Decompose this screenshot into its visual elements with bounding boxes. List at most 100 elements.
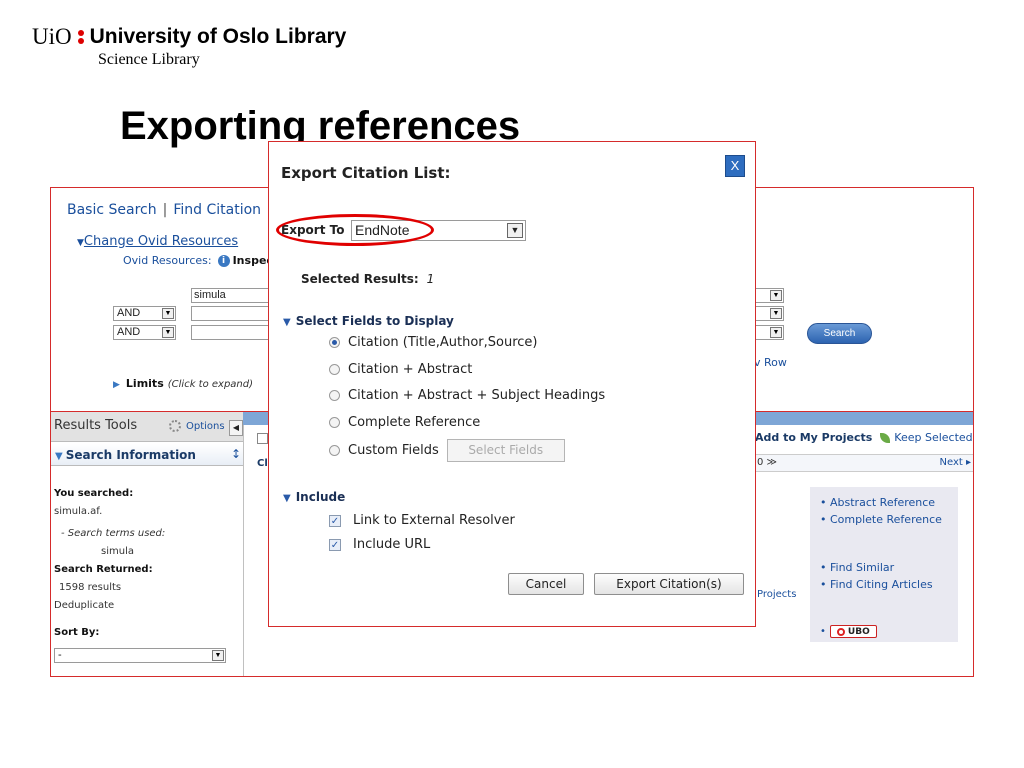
search-terms-value: simula: [101, 546, 134, 557]
field-select-1[interactable]: ▼: [754, 288, 784, 303]
field-option-citation[interactable]: Citation (Title,Author,Source): [329, 335, 537, 350]
abstract-reference-label: Abstract Reference: [830, 496, 936, 509]
selected-results: Selected Results: 1: [301, 272, 434, 286]
chevron-down-icon: ▼: [212, 650, 224, 661]
find-citing-link[interactable]: • Find Citing Articles: [820, 578, 933, 591]
sort-by-select[interactable]: - ▼: [54, 648, 226, 663]
search-nav: Basic Search|Find Citation|S: [67, 202, 287, 218]
next-page-link[interactable]: Next ▸: [940, 457, 972, 468]
field-option-label: Custom Fields: [348, 443, 439, 458]
gear-icon: [169, 420, 181, 432]
selected-results-value: 1: [426, 272, 435, 286]
select-all-checkbox[interactable]: [257, 433, 268, 444]
chevron-down-icon: ▼: [770, 290, 782, 301]
options-label: Options: [186, 420, 225, 432]
operator-select-1[interactable]: AND ▼: [113, 306, 176, 321]
search-term-input-2[interactable]: [191, 306, 271, 321]
operator-select-2[interactable]: AND ▼: [113, 325, 176, 340]
basic-search-link[interactable]: Basic Search: [67, 202, 157, 218]
find-similar-link[interactable]: • Find Similar: [820, 561, 894, 574]
triangle-down-icon: ▼: [283, 317, 291, 328]
search-returned-label: Search Returned:: [54, 564, 153, 575]
field-option-citation-abstract[interactable]: Citation + Abstract: [329, 362, 472, 377]
keep-selected-link[interactable]: Keep Selected: [894, 431, 972, 444]
radio[interactable]: [329, 390, 340, 401]
change-resources-label: Change Ovid Resources: [83, 234, 239, 249]
collapse-left-icon[interactable]: ◀: [229, 420, 243, 436]
find-citing-label: Find Citing Articles: [830, 578, 933, 591]
complete-reference-label: Complete Reference: [830, 513, 942, 526]
info-icon[interactable]: i: [217, 254, 230, 267]
include-option-label: Link to External Resolver: [353, 513, 515, 528]
triangle-right-icon: ▶: [113, 380, 120, 390]
field-option-label: Citation (Title,Author,Source): [348, 335, 538, 350]
ovid-resources-label: Ovid Resources:: [123, 254, 212, 267]
cancel-button[interactable]: Cancel: [508, 573, 584, 595]
keep-icon: [880, 432, 891, 443]
radio[interactable]: [329, 445, 340, 456]
ubo-badge: UBO: [829, 625, 877, 638]
results-tools-header: Results Tools Options: [51, 412, 243, 442]
deduplicate-link[interactable]: Deduplicate: [54, 600, 114, 611]
chevron-down-icon: ▼: [507, 223, 523, 238]
export-citations-button[interactable]: Export Citation(s): [594, 573, 744, 595]
search-info-header[interactable]: ▼ Search Information ↕: [51, 444, 243, 466]
radio[interactable]: [329, 417, 340, 428]
pager: 0 ≫ Next ▸: [755, 454, 973, 472]
fields-section-toggle[interactable]: ▼ Select Fields to Display: [283, 314, 454, 328]
resize-icon[interactable]: ↕: [231, 447, 241, 461]
highlight-ring: [276, 214, 434, 246]
find-citation-link[interactable]: Find Citation: [173, 202, 261, 218]
field-option-custom[interactable]: Custom Fields Select Fields: [329, 439, 565, 462]
options-button[interactable]: Options: [169, 420, 225, 432]
search-returned-value: 1598 results: [59, 582, 122, 593]
search-info-title: ▼ Search Information: [55, 448, 196, 462]
chevron-down-icon: ▼: [162, 308, 174, 319]
include-section-label: Include: [295, 490, 346, 504]
add-row-link[interactable]: v Row: [754, 356, 787, 369]
add-to-projects-link[interactable]: Add to My Projects: [755, 431, 872, 444]
ubo-link[interactable]: • UBO: [820, 625, 877, 638]
operator-2-value: AND: [117, 326, 141, 338]
field-option-subject-headings[interactable]: Citation + Abstract + Subject Headings: [329, 388, 605, 403]
ubo-label: UBO: [847, 626, 870, 637]
select-fields-button[interactable]: Select Fields: [446, 439, 565, 462]
triangle-down-icon: ▼: [77, 238, 84, 248]
include-option-label: Include URL: [353, 537, 431, 552]
export-citation-dialog: Export Citation List: X Export To EndNot…: [268, 141, 756, 627]
radio-selected[interactable]: [329, 337, 340, 348]
radio[interactable]: [329, 364, 340, 375]
field-option-complete-reference[interactable]: Complete Reference: [329, 415, 480, 430]
checkbox-checked[interactable]: ✓: [329, 538, 341, 551]
field-select-2[interactable]: ▼: [754, 306, 784, 321]
include-url-option[interactable]: ✓ Include URL: [329, 537, 430, 552]
uio-logo: UiO University of Oslo Library: [32, 24, 346, 50]
find-similar-label: Find Similar: [830, 561, 895, 574]
pager-pages[interactable]: 0 ≫: [757, 457, 777, 468]
logo-title: University of Oslo Library: [89, 25, 347, 48]
results-tools-title: Results Tools: [54, 418, 138, 433]
limits-toggle[interactable]: ▶ Limits (Click to expand): [113, 377, 253, 390]
you-searched-label: You searched:: [54, 488, 134, 499]
search-button[interactable]: Search: [807, 323, 872, 344]
change-resources-link[interactable]: ▼Change Ovid Resources: [77, 234, 238, 249]
field-option-label: Complete Reference: [348, 415, 481, 430]
logo-subtitle: Science Library: [98, 51, 200, 68]
operator-1-value: AND: [117, 307, 141, 319]
close-button[interactable]: X: [725, 155, 745, 177]
include-resolver-option[interactable]: ✓ Link to External Resolver: [329, 513, 515, 528]
triangle-down-icon: ▼: [55, 451, 63, 462]
ovid-resources: Ovid Resources: i Inspec: [123, 254, 273, 267]
search-term-input-3[interactable]: [191, 325, 271, 340]
you-searched-value: simula.af.: [54, 506, 103, 517]
complete-reference-link[interactable]: • Complete Reference: [820, 513, 942, 526]
fields-section-label: Select Fields to Display: [295, 314, 454, 328]
include-section-toggle[interactable]: ▼ Include: [283, 490, 345, 504]
field-select-3[interactable]: ▼: [754, 325, 784, 340]
abstract-reference-link[interactable]: • Abstract Reference: [820, 496, 935, 509]
nav-separator: |: [162, 202, 168, 218]
projects-link[interactable]: Projects: [757, 589, 796, 600]
checkbox-checked[interactable]: ✓: [329, 514, 341, 527]
search-term-input[interactable]: simula: [191, 288, 271, 303]
sort-by-label: Sort By:: [54, 627, 100, 638]
